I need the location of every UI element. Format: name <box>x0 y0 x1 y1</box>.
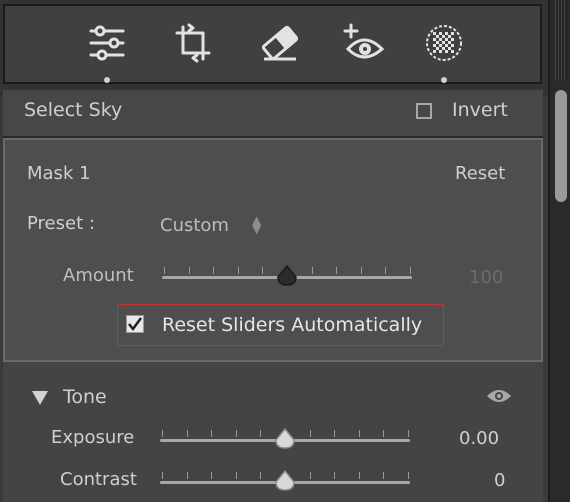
tone-title[interactable]: Tone <box>63 386 107 408</box>
slider-tick <box>385 267 386 274</box>
contrast-value[interactable]: 0 <box>494 470 505 491</box>
masking-icon[interactable] <box>421 20 467 66</box>
active-tool-dot <box>441 77 447 83</box>
mask-reset-button[interactable]: Reset <box>455 163 505 184</box>
slider-thumb[interactable] <box>276 265 298 287</box>
exposure-slider[interactable] <box>160 428 410 450</box>
eraser-icon[interactable] <box>257 20 303 66</box>
slider-tick <box>238 267 239 274</box>
reset-sliders-label[interactable]: Reset Sliders Automatically <box>162 314 422 336</box>
amount-label: Amount <box>63 265 134 286</box>
amount-value[interactable]: 100 <box>469 267 503 288</box>
contrast-label: Contrast <box>60 469 137 490</box>
slider-tick <box>383 472 384 479</box>
slider-tick <box>336 267 337 274</box>
slider-tick <box>408 472 409 479</box>
slider-tick <box>211 472 212 479</box>
active-tool-dot <box>104 77 110 83</box>
slider-tick <box>211 430 212 437</box>
checkmark-icon <box>128 317 143 332</box>
slider-tick <box>260 430 261 437</box>
mask-panel: Mask 1 Reset Preset : Custom ▲ ▼ Amount 1… <box>3 138 543 362</box>
exposure-value[interactable]: 0.00 <box>459 428 499 449</box>
select-sky-row[interactable]: Select Sky Invert <box>3 90 543 138</box>
slider-tick <box>334 430 335 437</box>
updown-arrows-icon[interactable]: ▲ ▼ <box>252 214 261 235</box>
slider-thumb[interactable] <box>274 470 296 492</box>
contrast-slider[interactable] <box>160 470 410 492</box>
select-sky-label: Select Sky <box>24 99 123 121</box>
crop-rotate-icon[interactable] <box>170 20 216 66</box>
slider-tick <box>383 430 384 437</box>
slider-tick <box>162 430 163 437</box>
slider-tick <box>310 430 311 437</box>
slider-tick <box>262 267 263 274</box>
slider-thumb[interactable] <box>274 428 296 450</box>
slider-tick <box>164 267 165 274</box>
slider-tick <box>189 267 190 274</box>
slider-tick <box>260 472 261 479</box>
slider-tick <box>162 472 163 479</box>
slider-tick <box>359 472 360 479</box>
collapse-triangle-icon[interactable] <box>31 390 49 406</box>
slider-tick <box>236 472 237 479</box>
slider-tick <box>410 267 411 274</box>
slider-tick <box>334 472 335 479</box>
tool-strip-frame <box>3 4 542 84</box>
scroll-thumb[interactable] <box>555 90 567 202</box>
invert-label[interactable]: Invert <box>452 99 508 121</box>
tool-strip <box>0 0 548 96</box>
reset-sliders-highlight: Reset Sliders Automatically <box>117 304 444 346</box>
slider-tick <box>236 430 237 437</box>
preset-label: Preset : <box>27 213 95 234</box>
scroll-grip[interactable] <box>555 0 567 80</box>
red-eye-icon[interactable] <box>341 20 387 66</box>
reset-sliders-checkbox[interactable] <box>126 315 144 333</box>
exposure-label: Exposure <box>51 427 135 448</box>
slider-tick <box>213 267 214 274</box>
amount-slider[interactable] <box>162 265 412 287</box>
scrollbar[interactable] <box>548 0 570 502</box>
mask-title: Mask 1 <box>27 163 91 184</box>
slider-tick <box>187 472 188 479</box>
slider-tick <box>312 267 313 274</box>
slider-tick <box>361 267 362 274</box>
preset-dropdown[interactable]: Custom <box>160 215 229 236</box>
slider-tick <box>187 430 188 437</box>
invert-checkbox[interactable] <box>416 103 432 119</box>
slider-tick <box>310 472 311 479</box>
visibility-eye-icon[interactable] <box>486 388 512 404</box>
slider-tick <box>359 430 360 437</box>
tone-section: Tone Exposure 0.00 Contrast 0 <box>3 362 543 502</box>
adjustment-sliders-icon[interactable] <box>84 20 130 66</box>
slider-tick <box>408 430 409 437</box>
